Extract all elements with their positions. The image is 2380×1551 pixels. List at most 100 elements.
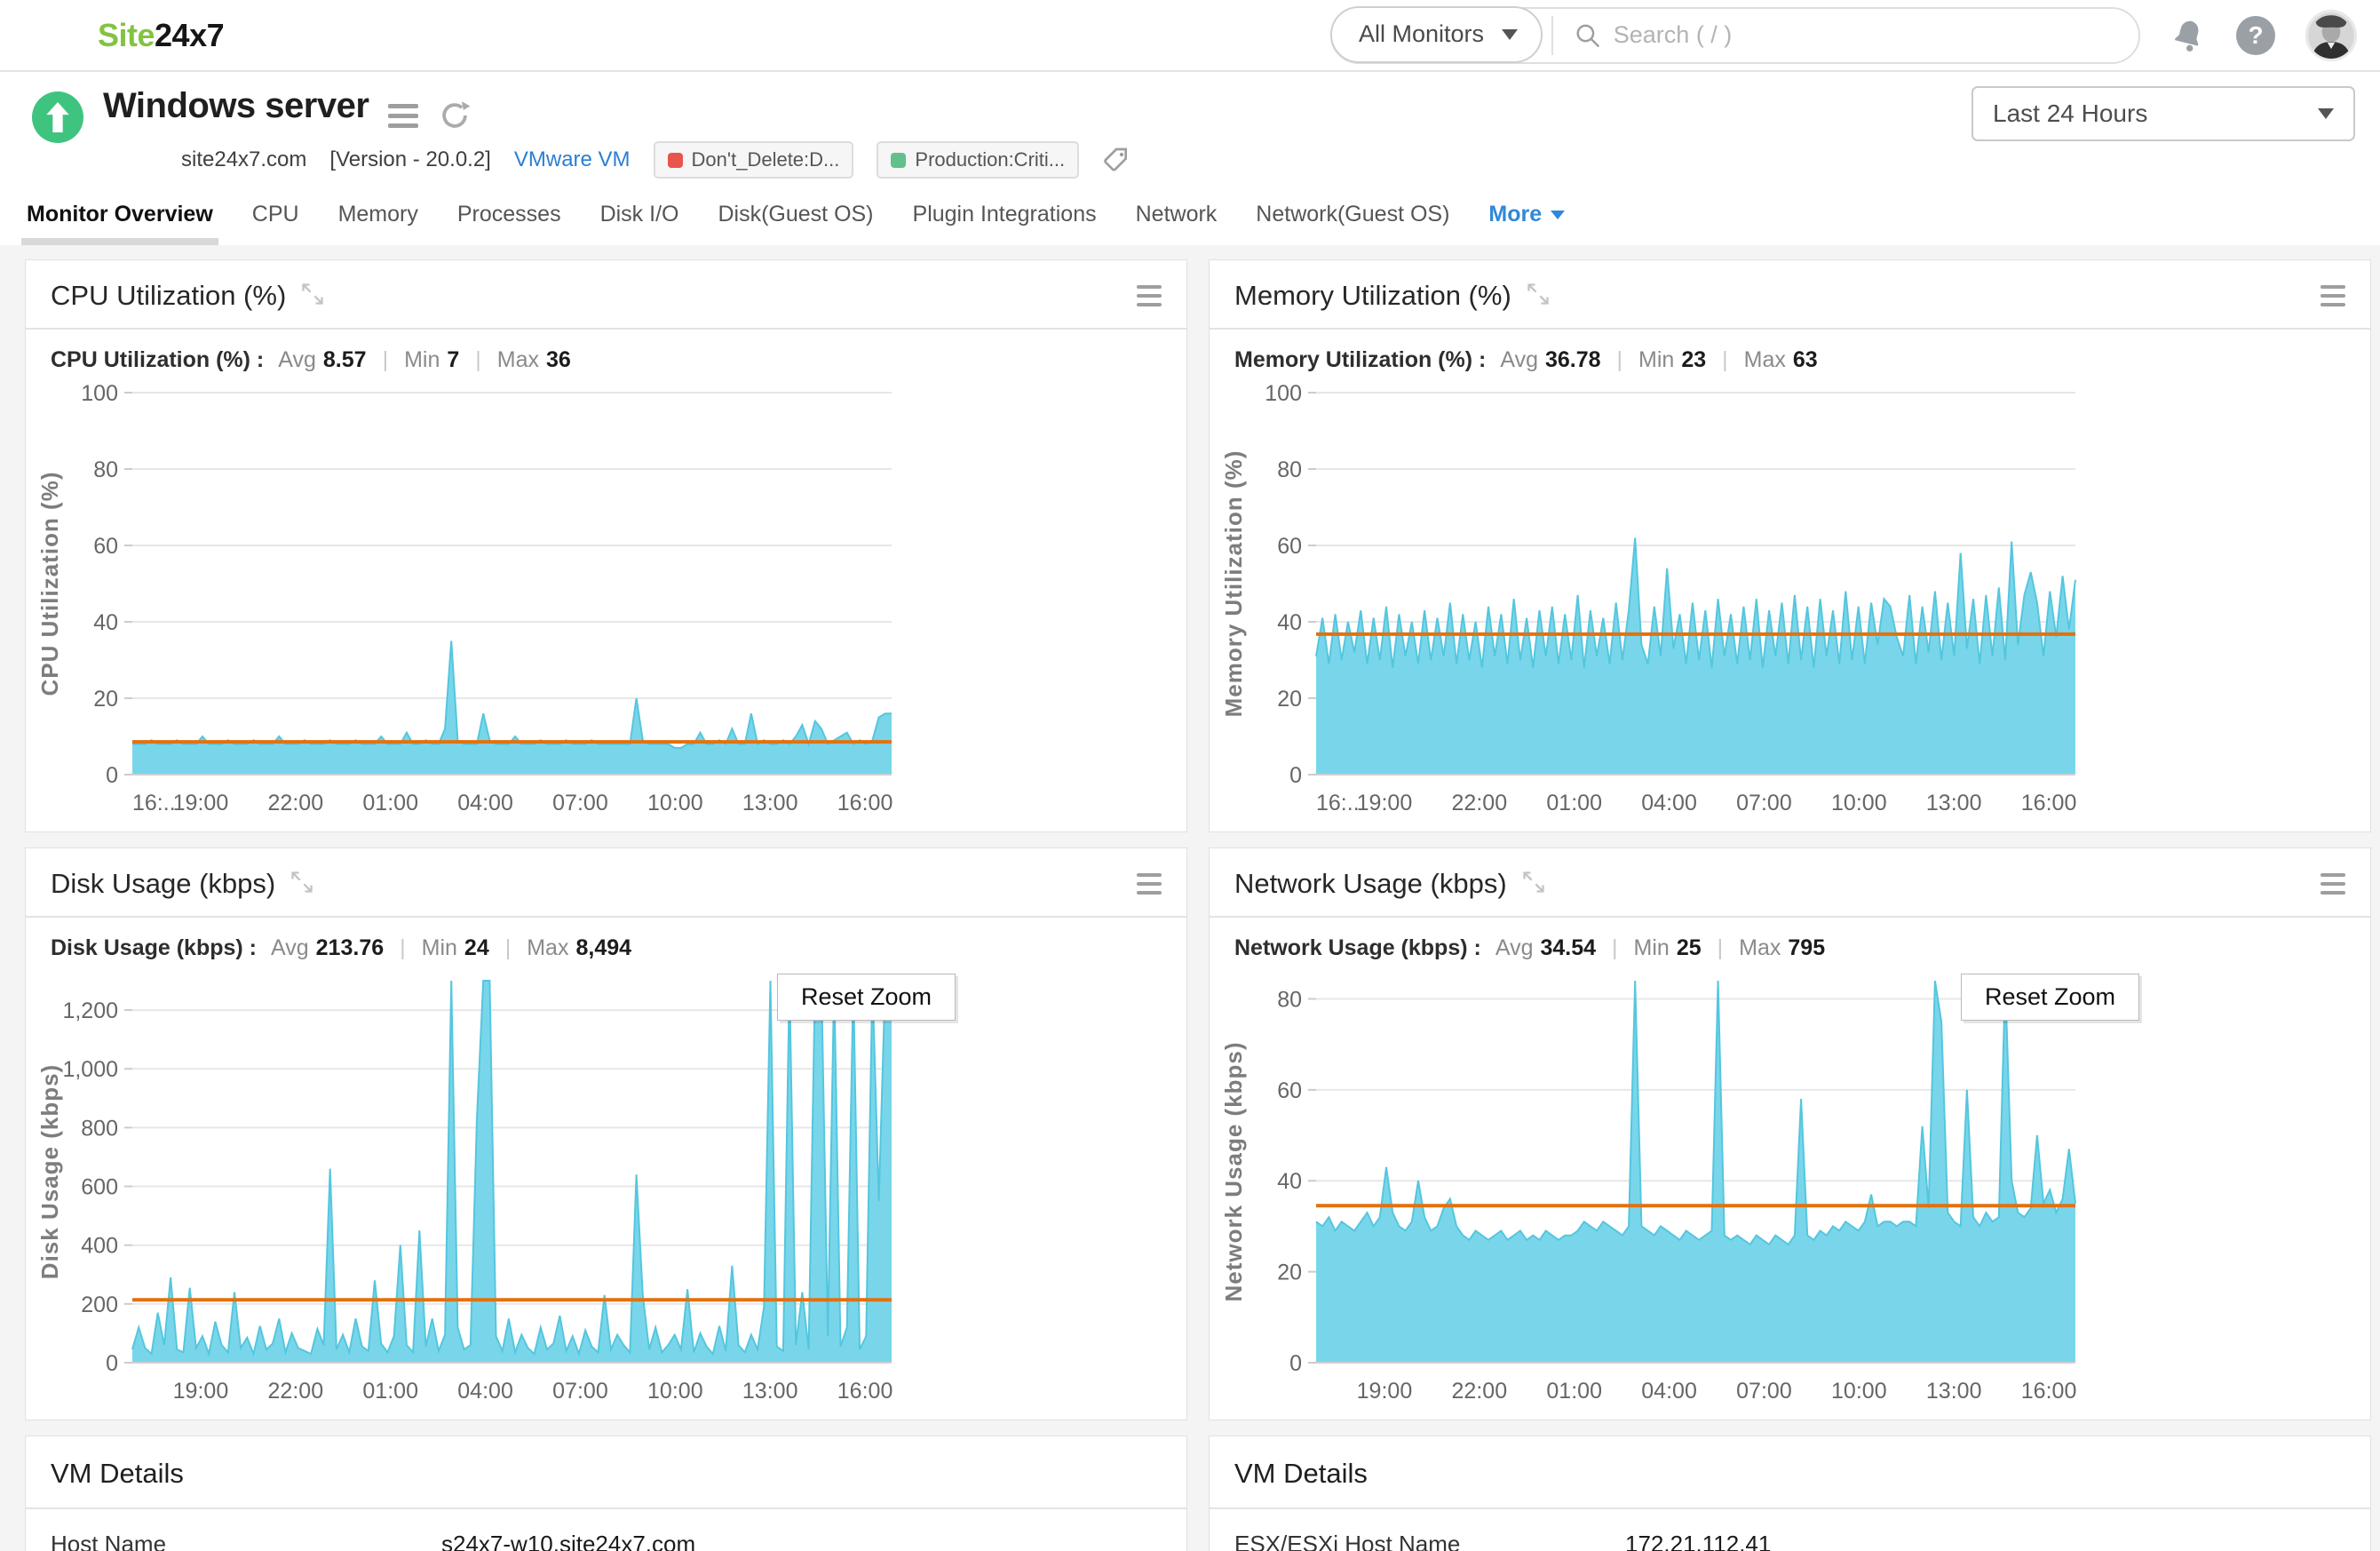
network-usage-chart[interactable]: 0 20 40 60 80 19:00 22:00 01:00 04:00 07:00 10:00 1… (1210, 970, 2370, 1404)
separator: | (1616, 347, 1623, 372)
monitor-menu-icon[interactable] (388, 103, 419, 128)
chevron-down-icon (2318, 108, 2334, 119)
chart-context-menu-icon[interactable] (2320, 285, 2345, 306)
search-icon (1576, 24, 1600, 47)
tag-chip[interactable]: Production:Criti... (877, 141, 1080, 179)
tag-label: Don't_Delete:D... (691, 148, 840, 171)
max-value: 36 (546, 347, 571, 372)
svg-text:Memory Utilization (%): Memory Utilization (%) (1220, 450, 1247, 718)
separator: | (504, 935, 512, 960)
global-search: All Monitors (1330, 5, 2140, 64)
svg-text:1,000: 1,000 (62, 1057, 118, 1082)
help-icon[interactable]: ? (2236, 15, 2275, 55)
vm-details-row: ESX/ESXi Host Name 172.21.112.41 (1210, 1509, 2370, 1551)
expand-chart-icon[interactable] (300, 282, 325, 311)
svg-text:04:00: 04:00 (457, 791, 513, 815)
reset-zoom-button[interactable]: Reset Zoom (777, 974, 956, 1021)
svg-text:10:00: 10:00 (1831, 1379, 1887, 1404)
svg-text:60: 60 (93, 534, 118, 559)
svg-text:22:00: 22:00 (268, 1379, 324, 1404)
avg-value: 8.57 (322, 347, 367, 372)
svg-text:CPU Utilization (%): CPU Utilization (%) (36, 472, 63, 696)
reset-zoom-button[interactable]: Reset Zoom (1961, 974, 2140, 1021)
svg-text:10:00: 10:00 (647, 791, 703, 815)
svg-text:80: 80 (1277, 457, 1302, 482)
svg-text:0: 0 (1289, 763, 1302, 788)
expand-chart-icon[interactable] (290, 870, 314, 899)
chart-context-menu-icon[interactable] (2320, 873, 2345, 895)
monitor-scope-dropdown[interactable]: All Monitors (1330, 5, 1543, 63)
vm-details-panel: VM Details Host Name s24x7-w10.site24x7.… (25, 1436, 1187, 1551)
memory-utilization-chart[interactable]: 0 20 40 60 80 100 16:.. 19:00 22:00 01:00 04:00 07:… (1210, 382, 2370, 815)
svg-text:600: 600 (81, 1175, 118, 1200)
memory-utilization-panel: Memory Utilization (%) Memory Utilizatio… (1209, 259, 2371, 832)
tag-color-dot (891, 152, 907, 168)
tab-disk-guest-os[interactable]: Disk(Guest OS) (718, 202, 873, 245)
separator: | (1722, 347, 1728, 372)
chart-context-menu-icon[interactable] (1137, 873, 1162, 895)
tab-processes[interactable]: Processes (457, 202, 561, 245)
refresh-icon[interactable] (438, 99, 472, 132)
svg-text:19:00: 19:00 (173, 791, 229, 815)
svg-text:80: 80 (93, 457, 118, 482)
min-label: Min (1633, 935, 1670, 960)
tags-icon[interactable] (1102, 146, 1130, 174)
svg-text:400: 400 (81, 1234, 118, 1259)
separator: | (382, 347, 389, 372)
panel-title: Disk Usage (kbps) (51, 868, 276, 899)
separator: | (475, 347, 481, 372)
vm-detail-label: Host Name (51, 1531, 167, 1551)
svg-text:16:00: 16:00 (2021, 1379, 2077, 1404)
search-input[interactable] (1613, 21, 2121, 49)
site24x7-logo[interactable]: Site24x7 (98, 16, 225, 54)
separator: | (1717, 935, 1724, 960)
cpu-utilization-chart[interactable]: 0 20 40 60 80 100 16:.. 19:00 22:00 01:00 04:00 07:… (26, 382, 1186, 815)
monitor-scope-label: All Monitors (1359, 20, 1485, 47)
vm-detail-value: s24x7-w10.site24x7.com (441, 1531, 696, 1551)
tab-plugin-integrations[interactable]: Plugin Integrations (913, 202, 1097, 245)
disk-usage-panel: Disk Usage (kbps) Disk Usage (kbps) : Av… (25, 847, 1187, 1420)
svg-text:07:00: 07:00 (1736, 1379, 1792, 1404)
svg-text:04:00: 04:00 (1641, 791, 1697, 815)
tab-cpu[interactable]: CPU (252, 202, 299, 245)
logo-site-part: Site (98, 16, 155, 53)
tab-more[interactable]: More (1488, 202, 1566, 245)
tab-memory[interactable]: Memory (338, 202, 418, 245)
chart-context-menu-icon[interactable] (1137, 285, 1162, 306)
app-grid-icon[interactable] (23, 15, 64, 56)
svg-text:16:..: 16:.. (1316, 791, 1360, 815)
panel-title: Memory Utilization (%) (1234, 280, 1511, 311)
svg-text:13:00: 13:00 (1926, 791, 1982, 815)
svg-text:Network Usage (kbps): Network Usage (kbps) (1220, 1041, 1247, 1301)
vm-details-row: Host Name s24x7-w10.site24x7.com (26, 1509, 1186, 1551)
tab-monitor-overview[interactable]: Monitor Overview (21, 202, 218, 245)
tab-network[interactable]: Network (1136, 202, 1218, 245)
vmware-vm-link[interactable]: VMware VM (514, 147, 631, 172)
dashboard-grid: CPU Utilization (%) CPU Utilization (%) … (0, 245, 2380, 1551)
expand-chart-icon[interactable] (1526, 282, 1551, 311)
notifications-bell-icon[interactable] (2170, 18, 2206, 53)
chart-stats: Disk Usage (kbps) : Avg 213.76 | Min 24 | … (26, 918, 1186, 966)
svg-text:16:00: 16:00 (837, 791, 893, 815)
tab-disk-io[interactable]: Disk I/O (600, 202, 679, 245)
svg-text:0: 0 (1289, 1351, 1302, 1376)
separator: | (400, 935, 406, 960)
max-label: Max (527, 935, 569, 960)
svg-text:22:00: 22:00 (1452, 1379, 1508, 1404)
panel-title: CPU Utilization (%) (51, 280, 287, 311)
user-avatar[interactable] (2305, 9, 2357, 61)
svg-text:Disk Usage (kbps): Disk Usage (kbps) (36, 1064, 63, 1279)
max-value: 8,494 (575, 935, 632, 960)
avg-label: Avg (1500, 347, 1538, 372)
tag-chip[interactable]: Don't_Delete:D... (653, 141, 854, 179)
status-up-icon (32, 91, 83, 143)
tab-network-guest-os[interactable]: Network(Guest OS) (1256, 202, 1449, 245)
svg-text:04:00: 04:00 (457, 1379, 513, 1404)
tab-more-label: More (1488, 202, 1543, 227)
avg-value: 36.78 (1544, 347, 1601, 372)
expand-chart-icon[interactable] (1521, 870, 1546, 899)
time-range-dropdown[interactable]: Last 24 Hours (1971, 86, 2355, 141)
vm-details-title: VM Details (1234, 1458, 1368, 1489)
disk-usage-chart[interactable]: 0 200 400 600 800 1,000 1,200 19:00 22:00 01:00 04… (26, 970, 1186, 1404)
svg-text:19:00: 19:00 (1357, 1379, 1413, 1404)
